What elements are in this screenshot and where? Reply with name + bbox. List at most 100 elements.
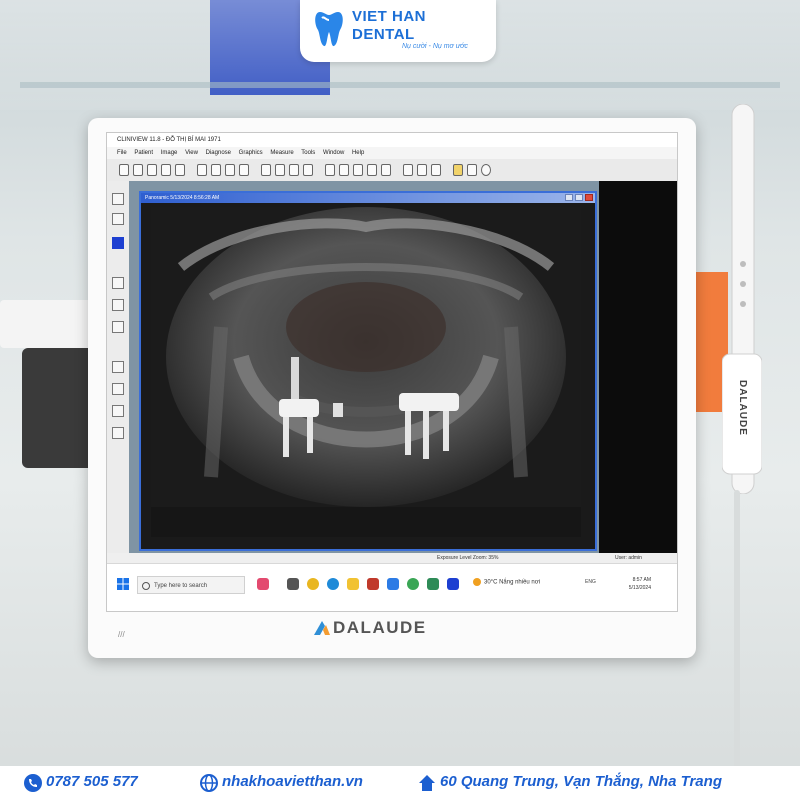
pointer-tool-icon[interactable]: [112, 193, 124, 205]
status-user: User: admin: [615, 555, 642, 561]
toolbar-open-icon[interactable]: [119, 164, 129, 176]
task-view-icon[interactable]: [287, 578, 299, 590]
app-title-bar: CLINIVIEW 11.8 - ĐỖ THỊ BÍ MAI 1971: [107, 133, 677, 147]
toolbar-measure-icon[interactable]: [261, 164, 271, 176]
search-icon: [142, 582, 150, 590]
tooth-logo-icon: [315, 12, 343, 47]
toolbar-ruler-icon[interactable]: [303, 164, 313, 176]
shield-tool-icon[interactable]: [112, 213, 124, 225]
tray-language[interactable]: ENG: [585, 579, 596, 585]
menu-diagnose[interactable]: Diagnose: [206, 150, 231, 156]
toolbar-rotate-right-icon[interactable]: [339, 164, 349, 176]
triangle-tool-icon[interactable]: [112, 383, 124, 395]
maximize-button[interactable]: [575, 194, 583, 201]
chrome-icon[interactable]: [307, 578, 319, 590]
app-red-icon[interactable]: [367, 578, 379, 590]
screen: CLINIVIEW 11.8 - ĐỖ THỊ BÍ MAI 1971 File…: [106, 132, 678, 612]
menu-graphics[interactable]: Graphics: [239, 150, 263, 156]
toolbar-flip-icon[interactable]: [381, 164, 391, 176]
bezel-marks: ///: [118, 630, 125, 639]
right-black-panel: [599, 181, 677, 553]
toolbar-tooth-chart-icon[interactable]: [403, 164, 413, 176]
length-tool-icon[interactable]: [112, 405, 124, 417]
toolbar-cut-icon[interactable]: [197, 164, 207, 176]
xray-image-window[interactable]: Panoramic 5/13/2024 8:56:28 AM: [139, 191, 597, 551]
logo-tagline: Nụ cười - Nụ mơ ước: [402, 43, 468, 50]
toolbar-redo-icon[interactable]: [367, 164, 377, 176]
menu-bar: File Patient Image View Diagnose Graphic…: [107, 147, 677, 159]
weather-widget[interactable]: 30°C Nắng nhiều nơi: [473, 578, 540, 586]
line-tool-icon[interactable]: [112, 299, 124, 311]
camera-brand: DALAUDE: [737, 380, 748, 436]
edge-icon[interactable]: [327, 578, 339, 590]
draw-tool-icon[interactable]: [112, 277, 124, 289]
app-green-icon[interactable]: [427, 578, 439, 590]
menu-window[interactable]: Window: [323, 150, 344, 156]
toolbar-angle-icon[interactable]: [275, 164, 285, 176]
menu-help[interactable]: Help: [352, 150, 364, 156]
clinic-logo: VIET HAN DENTAL Nụ cười - Nụ mơ ước: [300, 0, 496, 62]
menu-file[interactable]: File: [117, 150, 127, 156]
taskbar-clock[interactable]: 8:57 AM 5/13/2024: [625, 576, 651, 592]
toolbar-tooth-icon[interactable]: [133, 164, 143, 176]
menu-image[interactable]: Image: [161, 150, 178, 156]
contact-address[interactable]: 60 Quang Trung, Vạn Thắng, Nha Trang: [440, 773, 722, 790]
globe-icon: [200, 774, 218, 792]
phone-icon: [24, 774, 42, 792]
close-button[interactable]: [585, 194, 593, 201]
monitor-arm-mount: [22, 348, 98, 468]
menu-tools[interactable]: Tools: [301, 150, 315, 156]
logo-name-line1: VIET HAN: [352, 8, 427, 25]
taskbar-search-placeholder: Type here to search: [154, 583, 208, 589]
color-swatch-icon[interactable]: [112, 237, 124, 249]
contact-phone[interactable]: 0787 505 577: [46, 773, 138, 790]
chrome-green-icon[interactable]: [407, 578, 419, 590]
calibrate-tool-icon[interactable]: [112, 427, 124, 439]
image-workspace: Panoramic 5/13/2024 8:56:28 AM: [129, 181, 677, 553]
clock-time: 8:57 AM: [632, 577, 651, 583]
toolbar-implant-icon[interactable]: [289, 164, 299, 176]
minimize-button[interactable]: [565, 194, 573, 201]
menu-patient[interactable]: Patient: [134, 150, 153, 156]
polyline-tool-icon[interactable]: [112, 321, 124, 333]
toolbar-print-icon[interactable]: [161, 164, 171, 176]
windows-taskbar: Type here to search 30°C Nắng nhiều nơi …: [107, 563, 677, 611]
angle-tool-icon[interactable]: [112, 361, 124, 373]
panoramic-xray-image[interactable]: [151, 207, 581, 537]
monitor: CLINIVIEW 11.8 - ĐỖ THỊ BÍ MAI 1971 File…: [88, 118, 696, 658]
contact-website[interactable]: nhakhoavietthan.vn: [222, 773, 363, 790]
image-window-title: Panoramic 5/13/2024 8:56:28 AM: [141, 193, 595, 203]
cliniview-icon[interactable]: [447, 578, 459, 590]
toolbar-pen-icon[interactable]: [239, 164, 249, 176]
app-blue-icon[interactable]: [387, 578, 399, 590]
menu-view[interactable]: View: [185, 150, 198, 156]
menu-measure[interactable]: Measure: [270, 150, 293, 156]
toolbar-brush-icon[interactable]: [225, 164, 235, 176]
camera-cable: [734, 490, 740, 800]
toolbar-undo-icon[interactable]: [353, 164, 363, 176]
toolbar-capture-icon[interactable]: [147, 164, 157, 176]
taskbar-flower-icon[interactable]: [257, 578, 269, 590]
status-bar: Exposure Level Zoom: 35% User: admin: [107, 553, 677, 563]
toolbar-tooth-compare-icon[interactable]: [431, 164, 441, 176]
toolbar-zoom-icon[interactable]: [211, 164, 221, 176]
toolbar: [107, 159, 677, 182]
toolbar-sensor-icon[interactable]: [481, 164, 491, 176]
taskbar-search-input[interactable]: Type here to search: [137, 576, 245, 594]
toolbar-rotate-left-icon[interactable]: [325, 164, 335, 176]
monitor-brand: DALAUDE: [333, 618, 427, 637]
file-explorer-icon[interactable]: [347, 578, 359, 590]
toolbar-layout-icon[interactable]: [467, 164, 477, 176]
status-exposure-zoom: Exposure Level Zoom: 35%: [437, 555, 499, 561]
home-icon: [419, 775, 435, 791]
toolbar-export-icon[interactable]: [175, 164, 185, 176]
toolbar-gallery-icon[interactable]: [453, 164, 463, 176]
weather-sun-icon: [473, 578, 481, 586]
toolbar-tooth-select-icon[interactable]: [417, 164, 427, 176]
weather-text: 30°C Nắng nhiều nơi: [484, 579, 541, 586]
dalaude-logo-icon: [314, 621, 330, 635]
glass-shelf: [20, 82, 780, 88]
logo-name-line2: DENTAL: [352, 26, 415, 43]
windows-start-icon[interactable]: [117, 578, 129, 590]
contact-bar: 0787 505 577 nhakhoavietthan.vn 60 Quang…: [0, 766, 800, 800]
